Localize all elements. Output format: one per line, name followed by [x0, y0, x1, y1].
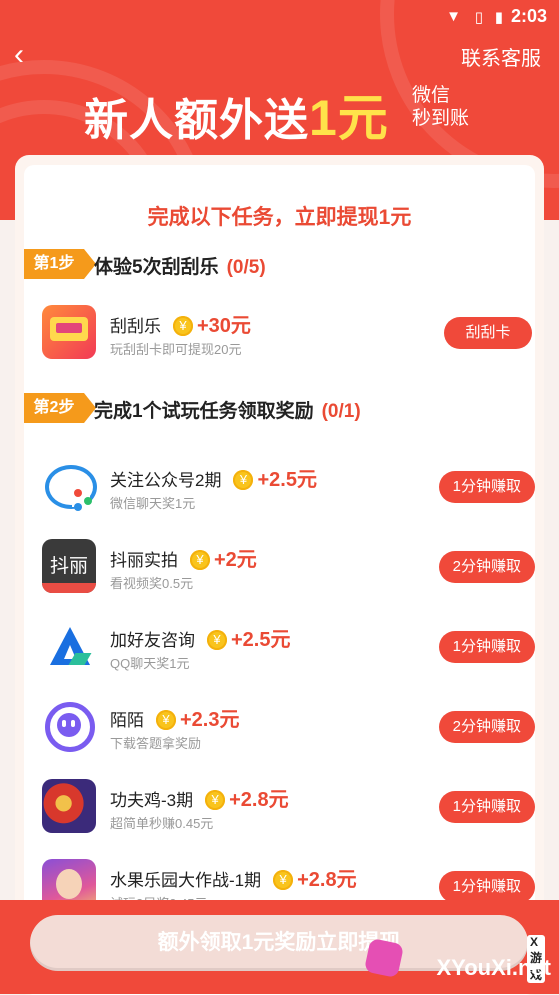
step-text: 体验5次刮刮乐 (0/5) — [94, 252, 266, 279]
task-subtitle: 微信聊天奖1元 — [110, 496, 196, 511]
headline-prefix: 新人额外送 — [84, 96, 309, 145]
coin-icon: ¥ — [233, 470, 254, 490]
task-name: 水果乐园大作战-1期 ¥ +2.8元 — [110, 863, 357, 892]
task-title: 刮刮乐 — [110, 317, 161, 336]
task-title: 功夫鸡-3期 — [110, 791, 194, 810]
task-subtitle: 下载答题拿奖励 — [110, 736, 202, 751]
task-name: 陌陌 ¥ +2.3元 — [110, 703, 239, 732]
task-name: 关注公众号2期 ¥ +2.5元 — [110, 463, 317, 492]
watermark-line2: XYouXi.net — [436, 955, 552, 980]
coin-icon: ¥ — [190, 550, 210, 570]
task-card: 完成以下任务，立即提现1元 第1步 体验5次刮刮乐 (0/5) 刮刮乐 ¥ +30元 … — [15, 155, 544, 995]
step-title: 体验5次刮刮乐 — [94, 257, 219, 278]
earn-button[interactable]: 2分钟赚取 — [438, 711, 535, 743]
coin-icon: ¥ — [173, 316, 193, 336]
task-row-scratch[interactable]: 刮刮乐 ¥ +30元 玩刮刮卡即可提现20元 刮刮卡 — [24, 301, 535, 373]
task-reward: +30元 — [197, 315, 251, 337]
task-card-inner: 完成以下任务，立即提现1元 第1步 体验5次刮刮乐 (0/5) 刮刮乐 ¥ +30元 … — [24, 165, 535, 995]
customer-service-link[interactable]: 联系客服 — [461, 42, 541, 71]
page-title: 完成以下任务，立即提现1元 — [147, 206, 412, 229]
scratch-card-icon — [42, 305, 96, 359]
no-sim-icon: ▯ — [474, 9, 483, 26]
task-subtitle: 看视频奖0.5元 — [110, 576, 194, 591]
task-name: 刮刮乐 ¥ +30元 — [110, 309, 251, 338]
step-tag: 第2步 — [24, 393, 96, 423]
triangle-logo-icon — [42, 619, 96, 673]
earn-button[interactable]: 1分钟赚取 — [438, 631, 535, 663]
back-arrow-icon[interactable]: ‹ — [14, 38, 24, 72]
task-name: 加好友咨询 ¥ +2.5元 — [110, 623, 290, 652]
wechat-chat-icon — [42, 459, 97, 513]
coin-icon: ¥ — [273, 870, 294, 890]
task-reward: +2.3元 — [180, 709, 240, 731]
earn-button[interactable]: 2分钟赚取 — [438, 551, 535, 583]
headline-sub: 微信 秒到账 — [412, 84, 469, 130]
douli-app-icon: 抖丽 — [42, 539, 96, 593]
earn-button[interactable]: 1分钟赚取 — [438, 471, 535, 503]
task-reward: +2.8元 — [297, 869, 357, 891]
coin-icon: ¥ — [205, 790, 226, 810]
headline-sub-line1: 微信 — [412, 85, 451, 106]
step-progress: (0/1) — [321, 401, 361, 422]
status-bar: ▼ ▯ ▮ 2:03 — [0, 0, 559, 32]
headline-amount: 1元 — [309, 90, 389, 146]
task-subtitle: 超简单秒赚0.45元 — [110, 816, 214, 831]
step-title: 完成1个试玩任务领取奖励 — [94, 401, 314, 422]
scratch-card-button[interactable]: 刮刮卡 — [444, 317, 532, 349]
task-row[interactable]: 陌陌 ¥ +2.3元 下载答题拿奖励 2分钟赚取 — [24, 695, 535, 767]
task-row[interactable]: 关注公众号2期 ¥ +2.5元 微信聊天奖1元 1分钟赚取 — [24, 455, 535, 527]
headline-sub-line2: 秒到账 — [412, 108, 470, 129]
douli-icon-text: 抖丽 — [49, 556, 88, 577]
coin-icon: ¥ — [207, 630, 227, 650]
earn-button[interactable]: 1分钟赚取 — [438, 871, 535, 903]
task-reward: +2.8元 — [229, 789, 289, 811]
wifi-icon: ▼ — [446, 8, 461, 25]
task-title: 加好友咨询 — [110, 631, 195, 650]
task-name: 功夫鸡-3期 ¥ +2.8元 — [110, 783, 289, 812]
task-reward: +2.5元 — [231, 629, 291, 651]
earn-button[interactable]: 1分钟赚取 — [438, 791, 535, 823]
task-name: 抖丽实拍 ¥ +2元 — [110, 543, 257, 572]
battery-icon: ▮ — [494, 9, 503, 26]
step-text: 完成1个试玩任务领取奖励 (0/1) — [94, 396, 361, 423]
task-reward: +2.5元 — [257, 469, 317, 491]
task-title: 陌陌 — [110, 711, 144, 730]
headline: 新人额外送1元 — [84, 78, 389, 150]
task-title: 关注公众号2期 — [110, 471, 222, 490]
task-title: 水果乐园大作战-1期 — [110, 871, 262, 890]
task-title: 抖丽实拍 — [110, 551, 178, 570]
momo-app-icon — [42, 699, 96, 753]
coin-icon: ¥ — [156, 710, 176, 730]
task-row[interactable]: 功夫鸡-3期 ¥ +2.8元 超简单秒赚0.45元 1分钟赚取 — [24, 775, 535, 847]
step-tag: 第1步 — [24, 249, 96, 279]
task-row[interactable]: 抖丽 抖丽实拍 ¥ +2元 看视频奖0.5元 2分钟赚取 — [24, 535, 535, 607]
status-time: 2:03 — [510, 6, 547, 26]
task-row[interactable]: 加好友咨询 ¥ +2.5元 QQ聊天奖1元 1分钟赚取 — [24, 615, 535, 687]
task-subtitle: 玩刮刮卡即可提现20元 — [110, 342, 242, 357]
task-subtitle: QQ聊天奖1元 — [110, 656, 190, 671]
step-progress: (0/5) — [226, 257, 266, 278]
task-reward: +2元 — [214, 549, 257, 571]
kungfu-chicken-game-icon — [42, 779, 96, 833]
